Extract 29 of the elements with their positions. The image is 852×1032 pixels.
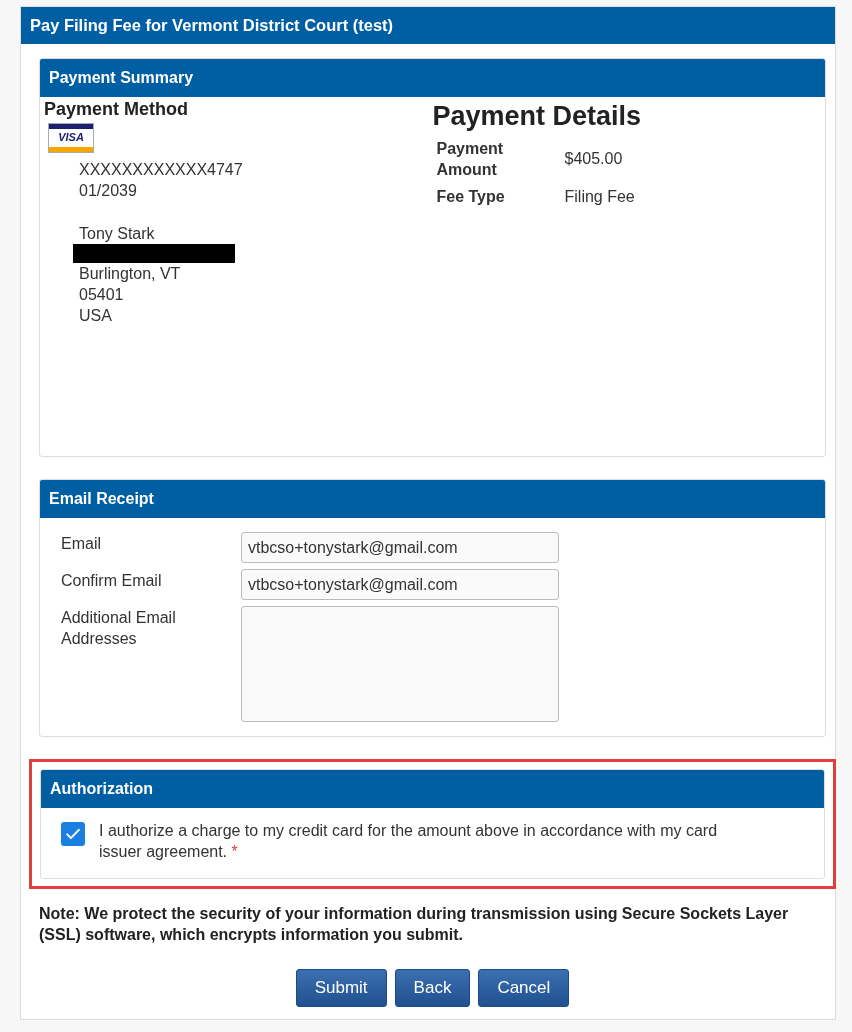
card-number: XXXXXXXXXXXX4747 — [79, 160, 244, 180]
required-mark: * — [231, 843, 238, 860]
address-line: Tony Stark — [79, 224, 156, 244]
field-label: Confirm Email — [61, 571, 163, 591]
panel-title: Payment Summary — [40, 59, 825, 97]
email-field[interactable]: vtbcso+tonystark@gmail.com — [241, 569, 559, 600]
field-label: Email — [61, 534, 102, 554]
address-line: Burlington, VT — [79, 264, 182, 284]
detail-value: Filing Fee — [564, 187, 636, 206]
detail-value: $405.00 — [564, 150, 624, 168]
card-expiry: 01/2039 — [79, 181, 138, 201]
email-field[interactable]: vtbcso+tonystark@gmail.com — [241, 532, 559, 563]
authorization-text: I authorize a charge to my credit card for the amount above in accordance with my card issuer agreement. * — [99, 821, 719, 862]
field-label: Additional Email Addresses — [61, 608, 177, 649]
action-button[interactable]: Back — [394, 969, 471, 1007]
section-heading: Payment Method — [44, 99, 190, 120]
card-icon: VISA — [48, 123, 94, 153]
panel-title: Email Receipt — [40, 480, 825, 518]
security-note: Note: We protect the security of your information during transmission using Secure Sockets Layer (SSL) software, which encrypts information you submit. — [39, 904, 790, 945]
checkbox[interactable] — [61, 822, 85, 846]
address-line: 05401 — [79, 285, 125, 305]
detail-label: Payment Amount — [436, 139, 505, 180]
detail-label: Fee Type — [436, 187, 506, 207]
section-heading: Payment Details — [432, 101, 643, 132]
page-title: Pay Filing Fee for Vermont District Court (test) — [21, 7, 835, 44]
panel-title: Authorization — [41, 770, 824, 808]
action-button[interactable]: Submit — [295, 969, 387, 1007]
action-button[interactable]: Cancel — [478, 969, 570, 1007]
address-line: USA — [79, 306, 113, 326]
